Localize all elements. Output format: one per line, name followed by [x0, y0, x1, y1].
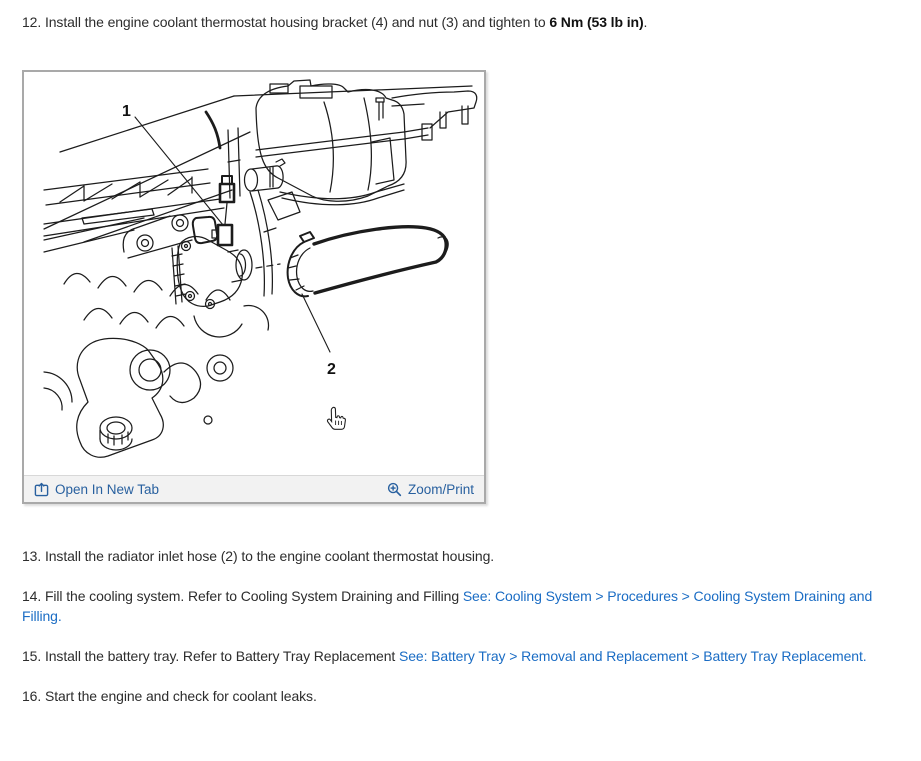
step-14-text: 14. Fill the cooling system. Refer to Co… [22, 586, 890, 626]
step-16-text: 16. Start the engine and check for coola… [22, 688, 317, 704]
open-in-new-tab-label: Open In New Tab [55, 481, 160, 497]
callout-1-label: 1 [122, 103, 131, 120]
step-13-text: 13. Install the radiator inlet hose (2) … [22, 548, 495, 564]
figure-footer: Open In New Tab Zoom/Print [24, 475, 484, 502]
engine-line-drawing: 1 2 [43, 79, 478, 458]
step-15-text: 15. Install the battery tray. Refer to B… [22, 646, 890, 666]
step-12-suffix: . [643, 14, 648, 30]
zoom-print-link[interactable]: Zoom/Print [387, 482, 474, 497]
open-in-new-tab-link[interactable]: Open In New Tab [34, 482, 159, 497]
figure-panel: 1 2 Open In New Tab Zoom/Print [22, 70, 486, 504]
callout-2-label: 2 [327, 361, 336, 378]
step-14-body: 14. Fill the cooling system. Refer to Co… [22, 588, 463, 604]
step-15-body: 15. Install the battery tray. Refer to B… [22, 648, 399, 664]
zoom-in-icon [387, 482, 402, 496]
step-12-prefix: 12. Install the engine coolant thermosta… [22, 14, 550, 30]
step-12-text: 12. Install the engine coolant thermosta… [22, 12, 890, 32]
step-12-torque-value: 6 Nm (53 lb in) [549, 14, 644, 30]
step-15-see-link[interactable]: See: Battery Tray > Removal and Replacem… [399, 648, 867, 664]
zoom-print-label: Zoom/Print [407, 481, 474, 497]
open-in-new-tab-icon [34, 482, 49, 496]
engine-diagram-image[interactable]: 1 2 [24, 72, 484, 475]
